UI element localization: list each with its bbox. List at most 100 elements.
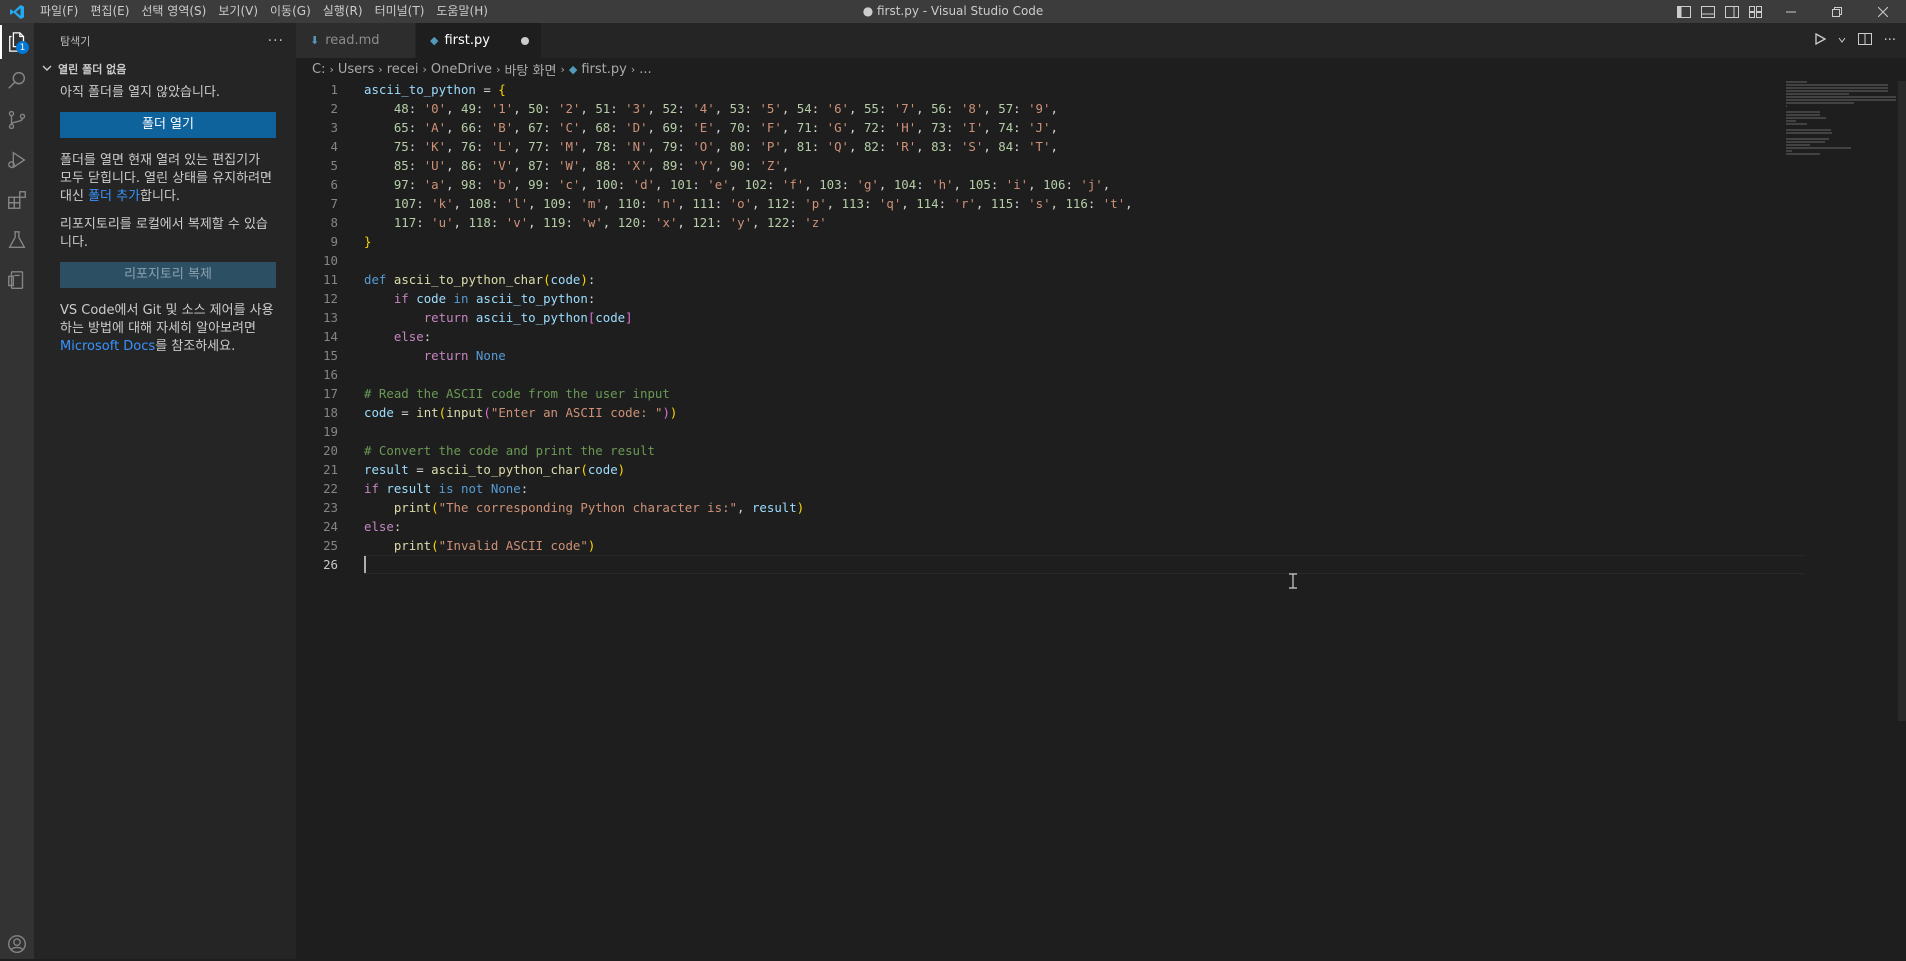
tab-bar: ⬇ read.md ◆ first.py ··· [296, 23, 1906, 58]
info-text: VS Code에서 Git 및 소스 제어를 사용하는 방법에 대해 자세히 알… [60, 303, 274, 336]
split-editor-icon[interactable] [1857, 32, 1872, 49]
line-number: 19 [323, 424, 338, 439]
search-icon[interactable] [0, 63, 34, 97]
line-number: 8 [330, 215, 338, 230]
menu-help[interactable]: 도움말(H) [430, 0, 494, 23]
code-line[interactable]: 107: 'k', 108: 'l', 109: 'm', 110: 'n', … [364, 194, 1133, 213]
run-debug-icon[interactable] [0, 143, 34, 177]
run-python-file-icon[interactable] [1814, 32, 1826, 49]
source-control-icon[interactable] [0, 103, 34, 137]
open-folder-info: 폴더를 열면 현재 열려 있는 편집기가 모두 닫힙니다. 열린 상태를 유지하… [60, 152, 276, 206]
breadcrumb-item[interactable]: Users [338, 62, 374, 77]
menu-go[interactable]: 이동(G) [264, 0, 317, 23]
breadcrumb-item[interactable]: C: [312, 62, 325, 77]
code-line[interactable]: 85: 'U', 86: 'V', 87: 'W', 88: 'X', 89: … [364, 156, 1133, 175]
editor-area: ⬇ read.md ◆ first.py ··· C: › Users › re… [296, 23, 1906, 959]
run-dropdown-chevron-icon[interactable] [1838, 33, 1846, 48]
ibeam-cursor-icon [1289, 573, 1297, 589]
code-line[interactable]: 97: 'a', 98: 'b', 99: 'c', 100: 'd', 101… [364, 175, 1133, 194]
code-line[interactable]: print("The corresponding Python characte… [364, 498, 1133, 517]
code-content[interactable]: ascii_to_python = { 48: '0', 49: '1', 50… [364, 80, 1133, 574]
line-number: 9 [330, 234, 338, 249]
code-line[interactable]: 117: 'u', 118: 'v', 119: 'w', 120: 'x', … [364, 213, 1133, 232]
no-folder-section-header[interactable]: 열린 폴더 없음 [34, 58, 296, 80]
code-line[interactable]: else: [364, 517, 1133, 536]
code-line[interactable]: def ascii_to_python_char(code): [364, 270, 1133, 289]
add-folder-link[interactable]: 폴더 추가 [88, 189, 140, 204]
code-line[interactable]: else: [364, 327, 1133, 346]
code-line[interactable]: print("Invalid ASCII code") [364, 536, 1133, 555]
minimap-line [1786, 144, 1811, 146]
breadcrumb-item[interactable]: recei [387, 62, 419, 77]
code-line[interactable]: # Read the ASCII code from the user inpu… [364, 384, 1133, 403]
clone-repository-button[interactable]: 리포지토리 복제 [60, 262, 276, 288]
vscode-logo-icon[interactable] [0, 0, 34, 23]
minimap-line [1786, 129, 1832, 131]
line-number-gutter: 1 2 3 4 5 6 7 8 9 10 11 12 13 14 15 16 1… [296, 80, 338, 574]
line-number: 12 [323, 291, 338, 306]
menu-view[interactable]: 보기(V) [212, 0, 264, 23]
code-line[interactable]: 75: 'K', 76: 'L', 77: 'M', 78: 'N', 79: … [364, 137, 1133, 156]
minimap-line [1786, 117, 1826, 119]
close-window-icon[interactable] [1860, 6, 1906, 17]
testing-icon[interactable] [0, 223, 34, 257]
microsoft-docs-link[interactable]: Microsoft Docs [60, 339, 155, 354]
code-line[interactable] [364, 251, 1133, 270]
menu-file[interactable]: 파일(F) [34, 0, 84, 23]
breadcrumb-item[interactable]: first.py [581, 62, 626, 77]
accounts-icon[interactable] [0, 927, 34, 961]
minimap-line [1786, 132, 1833, 134]
code-line[interactable]: result = ascii_to_python_char(code) [364, 460, 1133, 479]
more-editor-actions-icon[interactable]: ··· [1884, 33, 1896, 48]
unsaved-dot-icon[interactable] [521, 36, 529, 45]
menu-selection[interactable]: 선택 영역(S) [135, 0, 212, 23]
code-line[interactable]: if code in ascii_to_python: [364, 289, 1133, 308]
toggle-primary-sidebar-icon[interactable] [1672, 5, 1696, 18]
code-line[interactable] [364, 422, 1133, 441]
breadcrumb-item[interactable]: 바탕 화면 [504, 60, 556, 79]
more-actions-icon[interactable]: ··· [268, 33, 284, 49]
minimize-icon[interactable] [1768, 7, 1814, 17]
code-line[interactable]: # Convert the code and print the result [364, 441, 1133, 460]
code-line[interactable]: ascii_to_python = { [364, 80, 1133, 99]
extensions-icon[interactable] [0, 183, 34, 217]
code-line[interactable]: return None [364, 346, 1133, 365]
line-number: 26 [323, 557, 338, 572]
tab-read-md[interactable]: ⬇ read.md [296, 23, 416, 58]
code-line[interactable]: if result is not None: [364, 479, 1133, 498]
menu-edit[interactable]: 편집(E) [84, 0, 135, 23]
activity-bar: 1 [0, 23, 34, 959]
tab-label: read.md [325, 33, 380, 48]
remote-explorer-icon[interactable] [0, 263, 34, 297]
no-folder-text: 아직 폴더를 열지 않았습니다. [60, 85, 221, 100]
vertical-scrollbar[interactable] [1898, 81, 1906, 721]
open-folder-button[interactable]: 폴더 열기 [60, 112, 276, 138]
customize-layout-icon[interactable] [1744, 5, 1768, 18]
code-line[interactable]: return ascii_to_python[code] [364, 308, 1133, 327]
toggle-panel-icon[interactable] [1696, 5, 1720, 18]
line-number: 5 [330, 158, 338, 173]
minimap-line [1786, 150, 1792, 152]
code-line[interactable]: } [364, 232, 1133, 251]
code-line[interactable] [364, 555, 1133, 574]
minimap-line [1786, 147, 1851, 149]
chevron-right-icon: › [560, 62, 565, 76]
git-info: VS Code에서 Git 및 소스 제어를 사용하는 방법에 대해 자세히 알… [60, 302, 276, 356]
tab-first-py[interactable]: ◆ first.py [416, 23, 542, 58]
chevron-right-icon: › [378, 62, 383, 76]
explorer-icon[interactable]: 1 [0, 25, 34, 59]
code-line[interactable]: 65: 'A', 66: 'B', 67: 'C', 68: 'D', 69: … [364, 118, 1133, 137]
menu-run[interactable]: 실행(R) [317, 0, 369, 23]
minimap-line [1786, 99, 1896, 101]
info-text: 를 참조하세요. [155, 339, 236, 354]
minimap-line [1786, 138, 1829, 140]
breadcrumb-item[interactable]: ... [639, 62, 651, 77]
code-line[interactable]: code = int(input("Enter an ASCII code: "… [364, 403, 1133, 422]
breadcrumb-item[interactable]: OneDrive [431, 62, 492, 77]
restore-icon[interactable] [1814, 6, 1860, 17]
toggle-secondary-sidebar-icon[interactable] [1720, 5, 1744, 18]
minimap[interactable] [1786, 81, 1896, 155]
code-line[interactable]: 48: '0', 49: '1', 50: '2', 51: '3', 52: … [364, 99, 1133, 118]
menu-terminal[interactable]: 터미널(T) [369, 0, 431, 23]
code-line[interactable] [364, 365, 1133, 384]
